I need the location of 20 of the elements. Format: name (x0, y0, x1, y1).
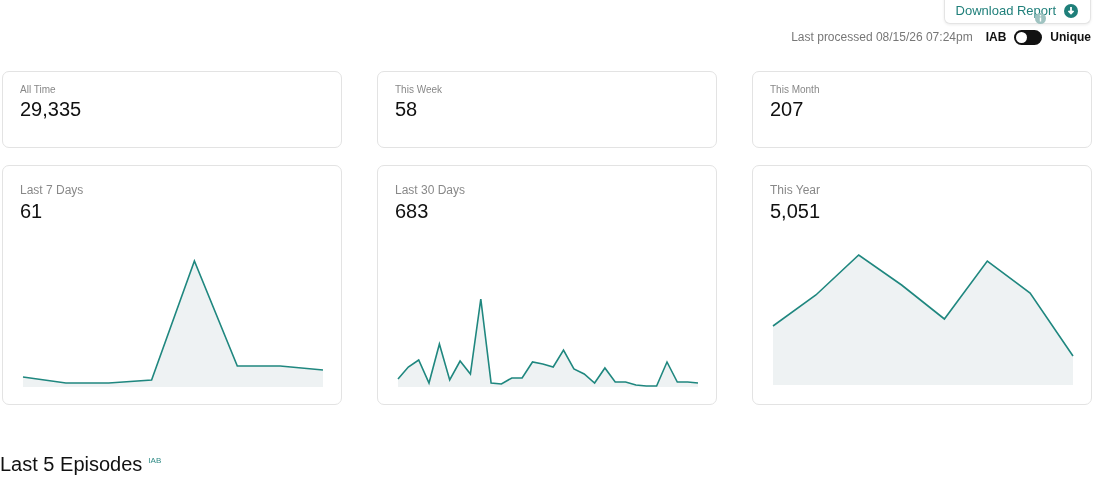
stat-value: 5,051 (770, 200, 822, 223)
toggle-switch[interactable] (1014, 29, 1043, 45)
stat-value: 58 (395, 98, 419, 121)
stat-label: This Month (770, 84, 821, 95)
stat-label: This Week (395, 84, 444, 95)
download-report-button[interactable]: Download Report (943, 0, 1091, 24)
last-processed-text: Last processed 08/15/26 07:24pm (791, 30, 973, 44)
stat-value: 683 (395, 200, 430, 223)
section-tag-label: IAB (148, 456, 162, 465)
stat-value: 29,335 (20, 98, 83, 121)
toggle-label: IAB (985, 30, 1007, 44)
toggle-label: Unique (1050, 30, 1091, 44)
stat-label: Last 7 Days (20, 183, 85, 197)
stat-label: Last 30 Days (395, 183, 467, 197)
stat-label: This Year (770, 183, 822, 197)
stat-label: All Time (20, 84, 57, 95)
stat-value: 207 (770, 98, 805, 121)
section-title: Last 5 Episodes (0, 453, 143, 476)
download-icon (1064, 3, 1078, 18)
stat-value: 61 (20, 200, 44, 223)
